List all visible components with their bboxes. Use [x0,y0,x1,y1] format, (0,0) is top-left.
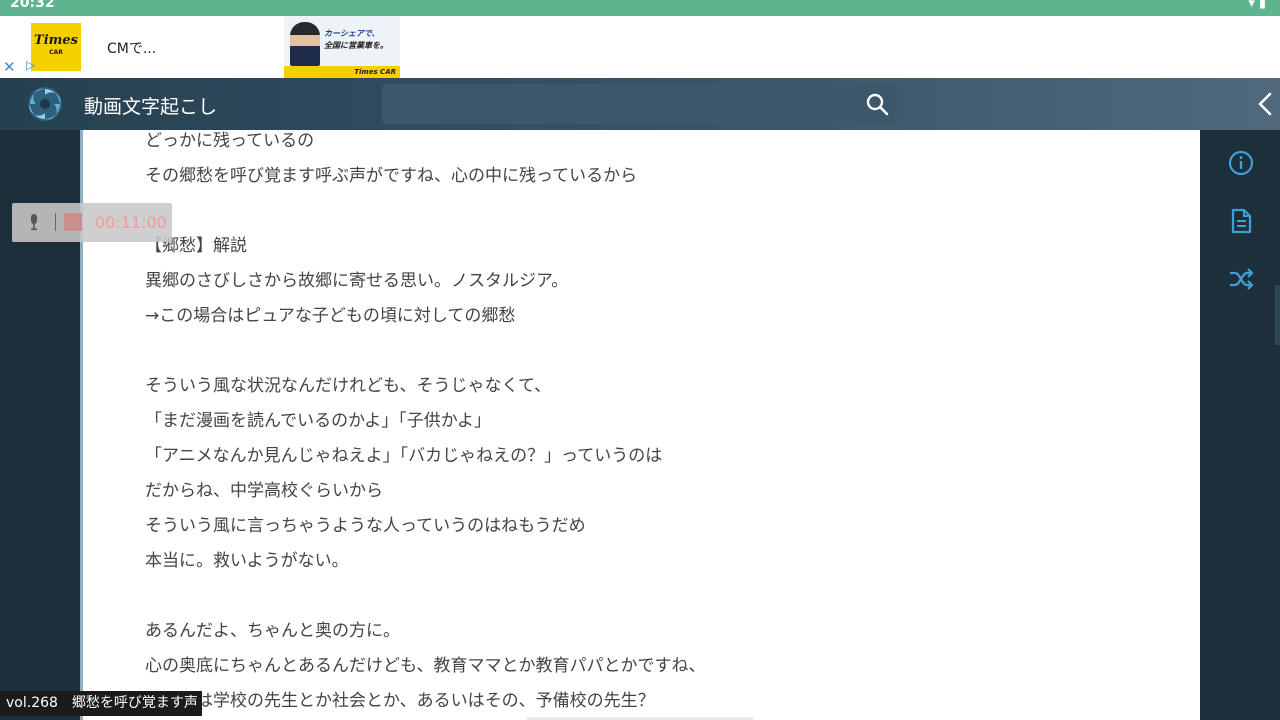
transcript-line: 心の奥底にちゃんとあるんだけども、教育ママとか教育パパとかですね、 [145,656,706,676]
episode-title: 郷愁を呼び覚ます声 [71,695,198,711]
status-time: 20:32 [10,0,55,11]
transcript-line: →この場合はピュアな子どもの頃に対しての郷愁 [145,306,516,326]
episode-label: vol.268 郷愁を呼び覚ます声 [0,691,202,716]
transcript-panel[interactable]: どっかに残っているの その郷愁を呼び覚ます呼ぶ声がですね、心の中に残っているから… [80,130,1200,720]
recording-timer: 00:11:00 [95,213,167,232]
ad-person-image [290,22,320,66]
info-icon[interactable] [1228,150,1254,176]
transcript-line: 異郷のさびしさから故郷に寄せる思い。ノスタルジア。 [145,271,569,291]
ad-image[interactable]: カーシェアで、 全国に営業車を。 Times CAR [284,16,400,78]
wifi-icon: ▾ [1248,0,1259,11]
transcript-line: あるいは学校の先生とか社会とか、あるいはその、予備校の先生？ [145,691,655,711]
ad-image-strip: Times CAR [284,66,400,78]
ad-image-text2: 全国に営業車を。 [324,41,388,50]
ad-logo-sub: CAR [49,49,63,56]
battery-icon: ▮ [1258,0,1270,11]
transcript-line: 【郷愁】解説 [145,236,247,256]
status-bar: 20:32 ▾▮ [0,0,1280,16]
transcript-line: あるんだよ、ちゃんと奥の方に。 [145,621,400,641]
ad-image-text1: カーシェアで、 [324,29,380,38]
search-icon[interactable] [865,92,889,116]
transcript-line: だからね、中学高校ぐらいから [145,481,383,501]
episode-vol: vol.268 [6,695,58,711]
ad-text[interactable]: CMで... [107,38,156,58]
transcript-line [145,194,1145,229]
side-scroll-handle[interactable] [1275,285,1280,345]
transcript-line [145,579,1145,614]
ad-banner[interactable]: Times CAR CMで... ✕ ▷ カーシェアで、 全国に営業車を。 Ti… [0,16,1280,78]
transcript-line: 「アニメなんか見んじゃねえよ」「バカじゃねえの？」っていうのは [145,446,663,466]
transcript-line [145,334,1145,369]
ad-logo-text: Times [34,33,78,48]
stop-icon[interactable] [64,213,82,231]
recorder-divider [55,213,56,231]
status-icons: ▾▮ [1248,0,1270,11]
app-header: 動画文字起こし [0,78,1280,130]
transcript-line: その郷愁を呼び覚ます呼ぶ声がですね、心の中に残っているから [145,166,638,186]
transcript-line: そういう風な状況なんだけれども、そうじゃなくて、 [145,376,552,396]
transcript-line: 「まだ漫画を読んでいるのかよ」「子供かよ」 [145,411,491,431]
microphone-icon[interactable] [28,213,40,231]
transcript-text: どっかに残っているの その郷愁を呼び覚ます呼ぶ声がですね、心の中に残っているから… [145,130,1145,719]
ad-logo[interactable]: Times CAR [31,23,81,71]
document-icon[interactable] [1228,208,1254,234]
app-logo-icon[interactable] [26,85,64,123]
search-input[interactable] [382,84,897,124]
transcript-line: どっかに残っているの [145,131,315,151]
app-title: 動画文字起こし [84,96,218,118]
chevron-left-icon[interactable] [1254,92,1276,116]
shuffle-icon[interactable] [1228,266,1254,292]
transcript-line: 本当に。救いようがない。 [145,551,349,571]
recording-widget[interactable]: 00:11:00 [12,203,172,242]
ad-close-icon[interactable]: ✕ [3,58,16,76]
transcript-line: そういう風に言っちゃうような人っていうのはねもうだめ [145,516,586,536]
ad-choices-icon[interactable]: ▷ [26,58,35,72]
